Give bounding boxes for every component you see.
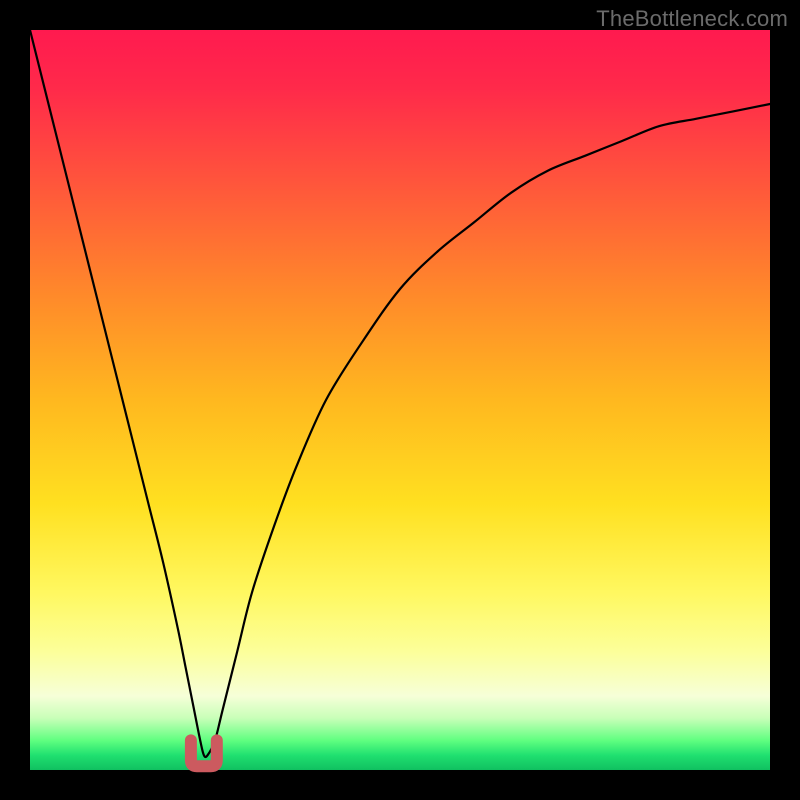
plot-area [30, 30, 770, 770]
bottleneck-curve [30, 30, 770, 757]
outer-frame: TheBottleneck.com [0, 0, 800, 800]
attribution-label: TheBottleneck.com [596, 6, 788, 32]
chart-svg [30, 30, 770, 770]
